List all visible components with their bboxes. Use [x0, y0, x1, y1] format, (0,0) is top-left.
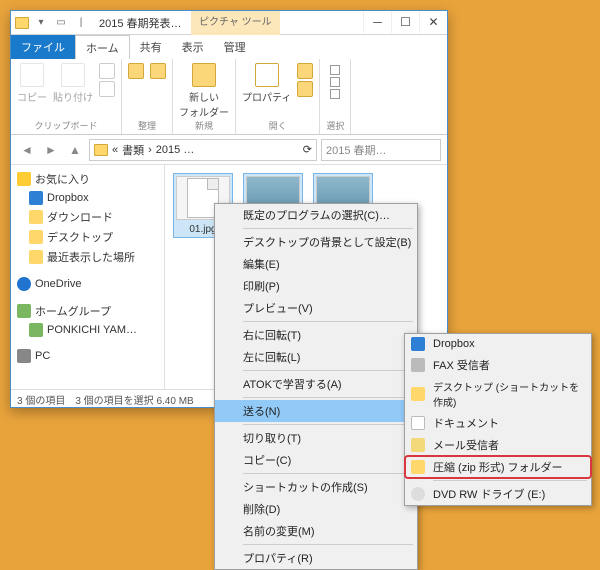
maximize-button[interactable]: ☐	[391, 11, 419, 33]
sendto-dropbox[interactable]: Dropbox	[405, 334, 591, 354]
desktop-icon	[411, 387, 425, 401]
group-new-label: 新規	[195, 119, 213, 132]
window-title: 2015 春期発表…	[93, 15, 182, 31]
open-icon[interactable]	[297, 63, 313, 79]
up-button[interactable]: ▲	[65, 140, 85, 160]
zip-icon	[411, 460, 425, 474]
sendto-mail[interactable]: メール受信者	[405, 434, 591, 456]
cm-delete[interactable]: 削除(D)	[215, 498, 417, 520]
group-open-label: 開く	[269, 119, 287, 132]
ribbon-body: コピー 貼り付け クリップボード 整理 新しい フォルダー 新規	[11, 59, 447, 135]
cm-rename[interactable]: 名前の変更(M)	[215, 520, 417, 542]
sendto-documents[interactable]: ドキュメント	[405, 412, 591, 434]
folder-icon	[29, 210, 43, 224]
qat-divider: |	[73, 15, 89, 31]
qat-props[interactable]: ▭	[53, 15, 69, 31]
group-clipboard-label: クリップボード	[34, 119, 97, 132]
cm-copy[interactable]: コピー(C)	[215, 449, 417, 471]
cm-preview[interactable]: プレビュー(V)	[215, 297, 417, 319]
sendto-dvd[interactable]: DVD RW ドライブ (E:)	[405, 483, 591, 505]
crumb-2[interactable]: 2015 …	[156, 144, 195, 156]
sidebar-ponkichi[interactable]: PONKICHI YAM…	[11, 321, 164, 339]
cm-set-background[interactable]: デスクトップの背景として設定(B)	[215, 231, 417, 253]
copy-button[interactable]: コピー	[17, 63, 47, 104]
back-button[interactable]: ◄	[17, 140, 37, 160]
disc-icon	[411, 487, 425, 501]
sendto-desktop[interactable]: デスクトップ (ショートカットを作成)	[405, 376, 591, 412]
select-none[interactable]	[330, 77, 340, 87]
sidebar-pc[interactable]: PC	[11, 347, 164, 365]
select-all[interactable]	[330, 65, 340, 75]
forward-button[interactable]: ►	[41, 140, 61, 160]
close-button[interactable]: ✕	[419, 11, 447, 33]
cm-rotate-left[interactable]: 左に回転(L)	[215, 346, 417, 368]
address-bar[interactable]: « 書類 › 2015 … ⟳	[89, 139, 317, 161]
cut-icon[interactable]	[99, 63, 115, 79]
mail-icon	[411, 438, 425, 452]
homegroup-icon	[17, 304, 31, 318]
cm-choose-program[interactable]: 既定のプログラムの選択(C)…	[215, 204, 417, 226]
sidebar-favorites[interactable]: お気に入り	[11, 169, 164, 189]
cm-rotate-right[interactable]: 右に回転(T)	[215, 324, 417, 346]
move-icon[interactable]	[128, 63, 144, 79]
edit-icon[interactable]	[297, 81, 313, 97]
sidebar-downloads[interactable]: ダウンロード	[11, 207, 164, 227]
new-folder-button[interactable]: 新しい フォルダー	[179, 63, 229, 119]
document-icon	[411, 416, 425, 430]
sidebar-desktop[interactable]: デスクトップ	[11, 227, 164, 247]
sendto-fax[interactable]: FAX 受信者	[405, 354, 591, 376]
tab-manage[interactable]: 管理	[214, 35, 256, 59]
context-menu: 既定のプログラムの選択(C)… デスクトップの背景として設定(B) 編集(E) …	[214, 203, 418, 570]
tab-file[interactable]: ファイル	[11, 35, 75, 59]
user-icon	[29, 323, 43, 337]
search-box[interactable]: 2015 春期…	[321, 139, 441, 161]
properties-button[interactable]: プロパティ	[242, 63, 291, 104]
nav-pane: お気に入り Dropbox ダウンロード デスクトップ 最近表示した場所 One…	[11, 165, 165, 389]
cm-edit[interactable]: 編集(E)	[215, 253, 417, 275]
address-folder-icon	[94, 144, 108, 156]
group-select-label: 選択	[326, 119, 344, 132]
sidebar-onedrive[interactable]: OneDrive	[11, 275, 164, 293]
fax-icon	[411, 358, 425, 372]
invert-selection[interactable]	[330, 89, 340, 99]
cm-atok[interactable]: ATOKで学習する(A)	[215, 373, 417, 395]
cm-print[interactable]: 印刷(P)	[215, 275, 417, 297]
copypath-icon[interactable]	[99, 81, 115, 97]
desktop-icon	[29, 230, 43, 244]
cloud-icon	[17, 277, 31, 291]
status-count: 3 個の項目	[17, 392, 65, 407]
recent-icon	[29, 250, 43, 264]
crumb-1[interactable]: 書類	[122, 142, 144, 158]
group-organize-label: 整理	[138, 119, 156, 132]
sendto-zip[interactable]: 圧縮 (zip 形式) フォルダー	[405, 456, 591, 478]
dropbox-icon	[411, 337, 425, 351]
cm-create-shortcut[interactable]: ショートカットの作成(S)	[215, 476, 417, 498]
send-to-submenu: Dropbox FAX 受信者 デスクトップ (ショートカットを作成) ドキュメ…	[404, 333, 592, 506]
qat-menu[interactable]: ▾	[33, 15, 49, 31]
minimize-button[interactable]: －	[363, 11, 391, 33]
folder-icon	[15, 17, 29, 29]
ribbon-tabs: ファイル ホーム 共有 表示 管理	[11, 35, 447, 59]
star-icon	[17, 172, 31, 186]
delete-icon[interactable]	[150, 63, 166, 79]
sidebar-homegroup[interactable]: ホームグループ	[11, 301, 164, 321]
status-selection: 3 個の項目を選択 6.40 MB	[75, 392, 193, 407]
titlebar: ▾ ▭ | 2015 春期発表… ピクチャ ツール － ☐ ✕	[11, 11, 447, 35]
cm-send-to[interactable]: 送る(N)▶	[215, 400, 417, 422]
sidebar-dropbox[interactable]: Dropbox	[11, 189, 164, 207]
paste-button[interactable]: 貼り付け	[53, 63, 93, 104]
sidebar-recent[interactable]: 最近表示した場所	[11, 247, 164, 267]
pc-icon	[17, 349, 31, 363]
cm-properties[interactable]: プロパティ(R)	[215, 547, 417, 569]
navbar: ◄ ► ▲ « 書類 › 2015 … ⟳ 2015 春期…	[11, 135, 447, 165]
tab-view[interactable]: 表示	[172, 35, 214, 59]
dropbox-icon	[29, 191, 43, 205]
cm-cut[interactable]: 切り取り(T)	[215, 427, 417, 449]
picture-tools-tab[interactable]: ピクチャ ツール	[191, 11, 280, 35]
tab-share[interactable]: 共有	[130, 35, 172, 59]
tab-home[interactable]: ホーム	[75, 35, 130, 59]
